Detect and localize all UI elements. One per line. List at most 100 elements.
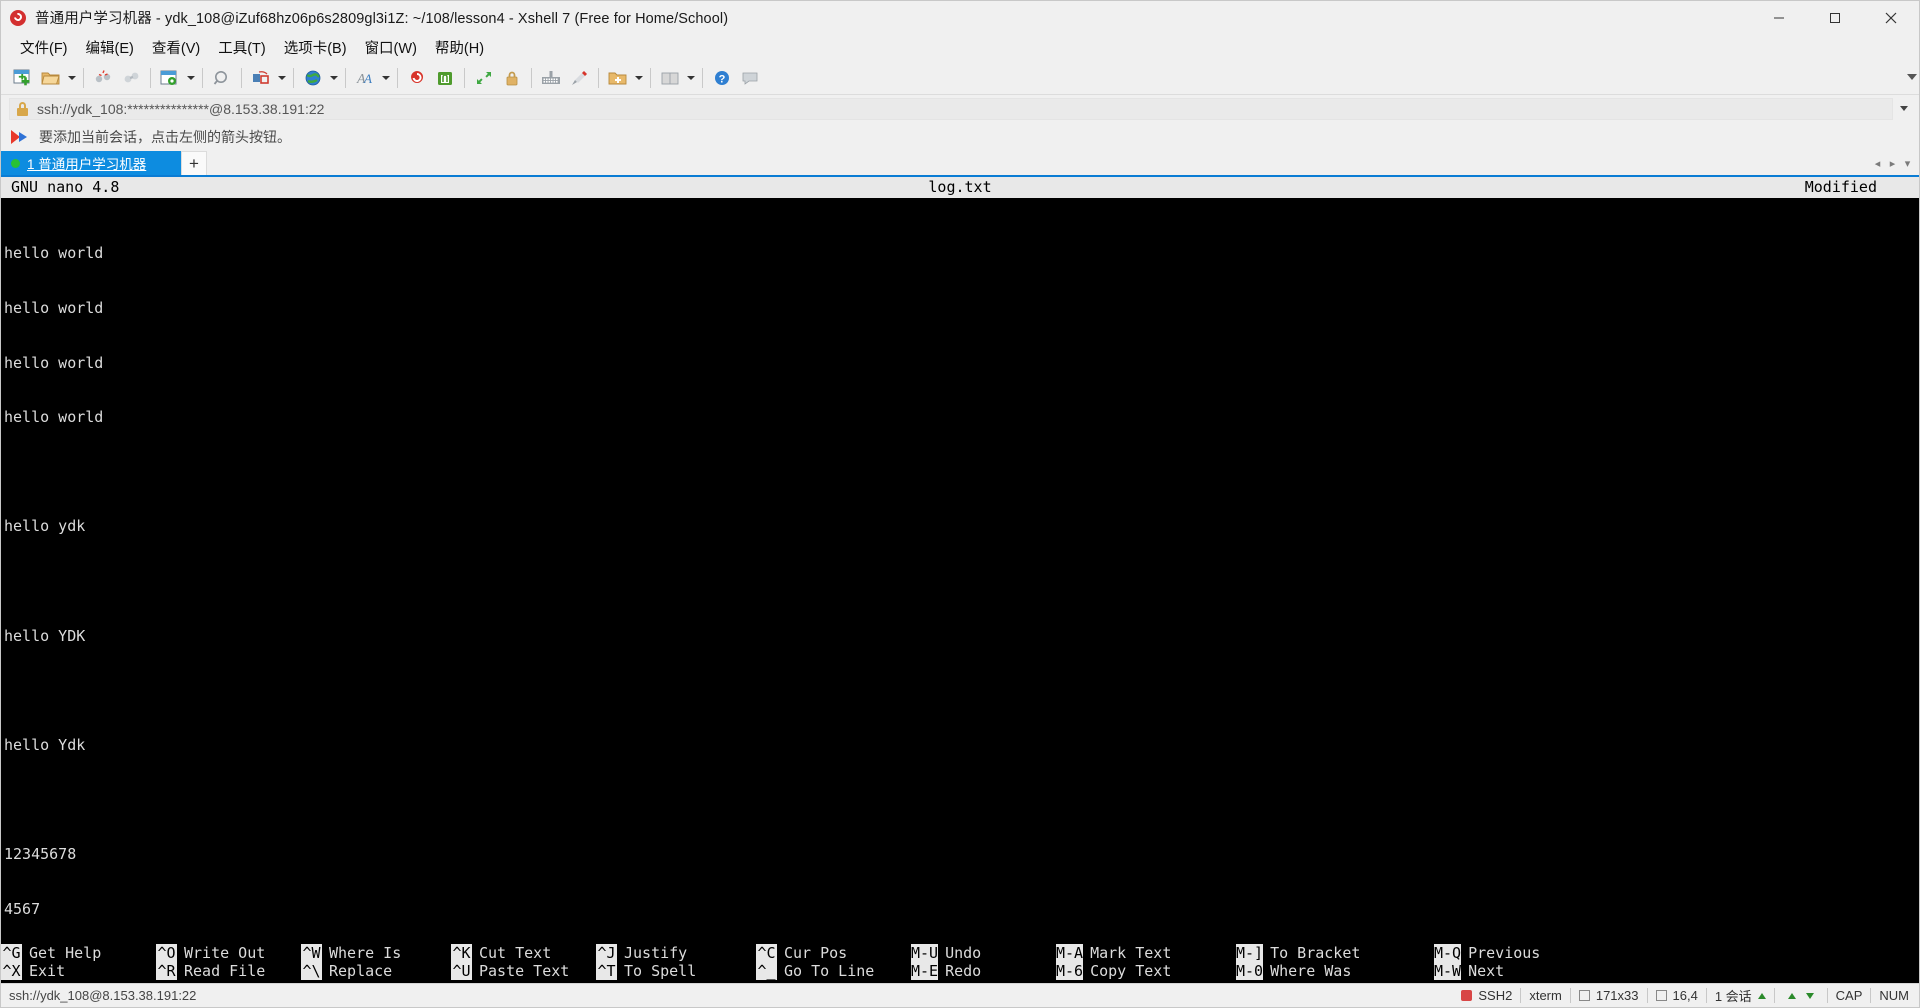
terminal-area[interactable]: GNU nano 4.8 log.txt Modified hello worl… [1, 177, 1919, 983]
shortcut-read-file[interactable]: ^R Read File [156, 961, 301, 981]
shortcut-where-is[interactable]: ^W Where Is [301, 943, 451, 962]
shortcut-label: Previous [1468, 943, 1541, 962]
tab-nav-controls: ◂ ▸ ▾ [1870, 151, 1919, 175]
font-dropdown-icon[interactable] [379, 64, 392, 92]
shortcut-next[interactable]: M-W Next [1434, 961, 1504, 981]
add-folder-icon[interactable] [604, 64, 632, 92]
shortcut-mark-text[interactable]: M-A Mark Text [1056, 943, 1236, 962]
shortcut-undo[interactable]: M-U Undo [911, 943, 1056, 962]
nano-edit-area[interactable]: hello world hello world hello world hell… [1, 198, 1919, 944]
window-title: 普通用户学习机器 - ydk_108@iZuf68hz06p6s2809gl3i… [35, 11, 729, 27]
feedback-icon[interactable] [736, 64, 764, 92]
toolbar-separator [83, 67, 84, 88]
toolbar-separator [464, 67, 465, 88]
notice-text: 要添加当前会话，点击左侧的箭头按钮。 [39, 128, 291, 145]
log-icon[interactable] [431, 64, 459, 92]
menu-help[interactable]: 帮助(H) [426, 34, 493, 61]
shortcut-to-bracket[interactable]: M-] To Bracket [1236, 943, 1434, 962]
find-icon[interactable] [208, 64, 236, 92]
shortcut-key: ^G [1, 943, 22, 962]
status-separator [1520, 988, 1522, 1003]
shortcut-redo[interactable]: M-E Redo [911, 961, 1056, 981]
globe-dropdown-icon[interactable] [327, 64, 340, 92]
status-separator [1870, 988, 1872, 1003]
nano-shortcut-row-1: ^G Get Help ^O Write Out ^W Where Is ^K Cut … [1, 943, 1919, 962]
keyboard-icon[interactable] [537, 64, 565, 92]
shortcut-to-spell[interactable]: ^T To Spell [596, 961, 756, 981]
shortcut-label: Copy Text [1090, 961, 1172, 980]
status-size-label: 171x33 [1595, 988, 1639, 1003]
screen-capture-icon[interactable] [403, 64, 431, 92]
shortcut-label: Write Out [184, 943, 266, 962]
menu-window[interactable]: 窗口(W) [356, 34, 426, 61]
new-session-icon[interactable] [9, 64, 37, 92]
session-up-icon [1757, 992, 1766, 999]
shortcut-where-was[interactable]: M-0 Where Was [1236, 961, 1434, 981]
shortcut-key: ^\ [301, 961, 322, 981]
font-icon[interactable]: A A [351, 64, 379, 92]
window-controls [1751, 1, 1919, 34]
shortcut-label: Replace [329, 961, 393, 980]
shortcut-label: Go To Line [784, 961, 875, 980]
globe-icon[interactable] [299, 64, 327, 92]
shortcut-previous[interactable]: M-Q Previous [1434, 943, 1541, 962]
shortcut-get-help[interactable]: ^G Get Help [1, 943, 156, 962]
open-folder-icon[interactable] [37, 64, 65, 92]
shortcut-replace[interactable]: ^\ Replace [301, 961, 451, 981]
disconnect-icon[interactable] [89, 64, 117, 92]
svg-text:?: ? [719, 73, 726, 85]
editor-line: 4567 [4, 899, 41, 918]
chevron-down-icon[interactable] [1893, 98, 1915, 120]
lock-icon[interactable] [498, 64, 526, 92]
toolbar-separator [531, 67, 532, 88]
menu-file[interactable]: 文件(F) [11, 34, 77, 61]
fullscreen-icon[interactable] [470, 64, 498, 92]
session-properties-icon[interactable] [156, 64, 184, 92]
menu-tabs[interactable]: 选项卡(B) [275, 34, 356, 61]
shortcut-cur-pos[interactable]: ^C Cur Pos [756, 943, 911, 962]
layout-icon[interactable] [656, 64, 684, 92]
help-icon[interactable]: ? [708, 64, 736, 92]
shortcut-label: Where Was [1270, 961, 1352, 980]
minimize-button[interactable] [1751, 1, 1807, 34]
layout-dropdown-icon[interactable] [684, 64, 697, 92]
menu-tools[interactable]: 工具(T) [209, 34, 275, 61]
shortcut-cut-text[interactable]: ^K Cut Text [451, 943, 596, 962]
tab-nav-more-icon[interactable]: ▾ [1900, 157, 1915, 170]
highlight-icon[interactable] [565, 64, 593, 92]
arrow-bookmark-icon [11, 129, 31, 145]
notice-bar: 要添加当前会话，点击左侧的箭头按钮。 [1, 122, 1919, 151]
shortcut-write-out[interactable]: ^O Write Out [156, 943, 301, 962]
editor-line: 12345678 [4, 844, 77, 863]
add-folder-dropdown-icon[interactable] [632, 64, 645, 92]
toolbar-overflow-icon[interactable] [1907, 73, 1917, 80]
new-tab-button[interactable]: + [181, 151, 207, 175]
shortcut-go-to-line[interactable]: ^_ Go To Line [756, 961, 911, 981]
transfer-icon[interactable] [247, 64, 275, 92]
shortcut-justify[interactable]: ^J Justify [596, 943, 756, 962]
session-properties-dropdown-icon[interactable] [184, 64, 197, 92]
editor-line: hello YDK [4, 626, 86, 645]
shortcut-paste-text[interactable]: ^U Paste Text [451, 961, 596, 981]
lock-icon [16, 101, 29, 116]
tab-nav-left-icon[interactable]: ◂ [1870, 157, 1885, 170]
tab-nav-right-icon[interactable]: ▸ [1885, 157, 1900, 170]
menu-view[interactable]: 查看(V) [143, 34, 209, 61]
reconnect-icon[interactable] [117, 64, 145, 92]
tab-session-1[interactable]: 1 普通用户学习机器 close-icon [1, 151, 181, 175]
shortcut-key: ^O [156, 943, 177, 962]
transfer-dropdown-icon[interactable] [275, 64, 288, 92]
shortcut-copy-text[interactable]: M-6 Copy Text [1056, 961, 1236, 981]
toolbar-separator [345, 67, 346, 88]
toolbar-separator [150, 67, 151, 88]
menu-edit[interactable]: 编辑(E) [77, 34, 143, 61]
open-folder-dropdown-icon[interactable] [65, 64, 78, 92]
address-input[interactable]: ssh://ydk_108:***************@8.153.38.1… [9, 97, 1893, 120]
status-separator [1773, 988, 1775, 1003]
close-button[interactable] [1863, 1, 1919, 34]
maximize-button[interactable] [1807, 1, 1863, 34]
status-cursor-label: 16,4 [1672, 988, 1698, 1003]
shortcut-exit[interactable]: ^X Exit [1, 961, 156, 981]
